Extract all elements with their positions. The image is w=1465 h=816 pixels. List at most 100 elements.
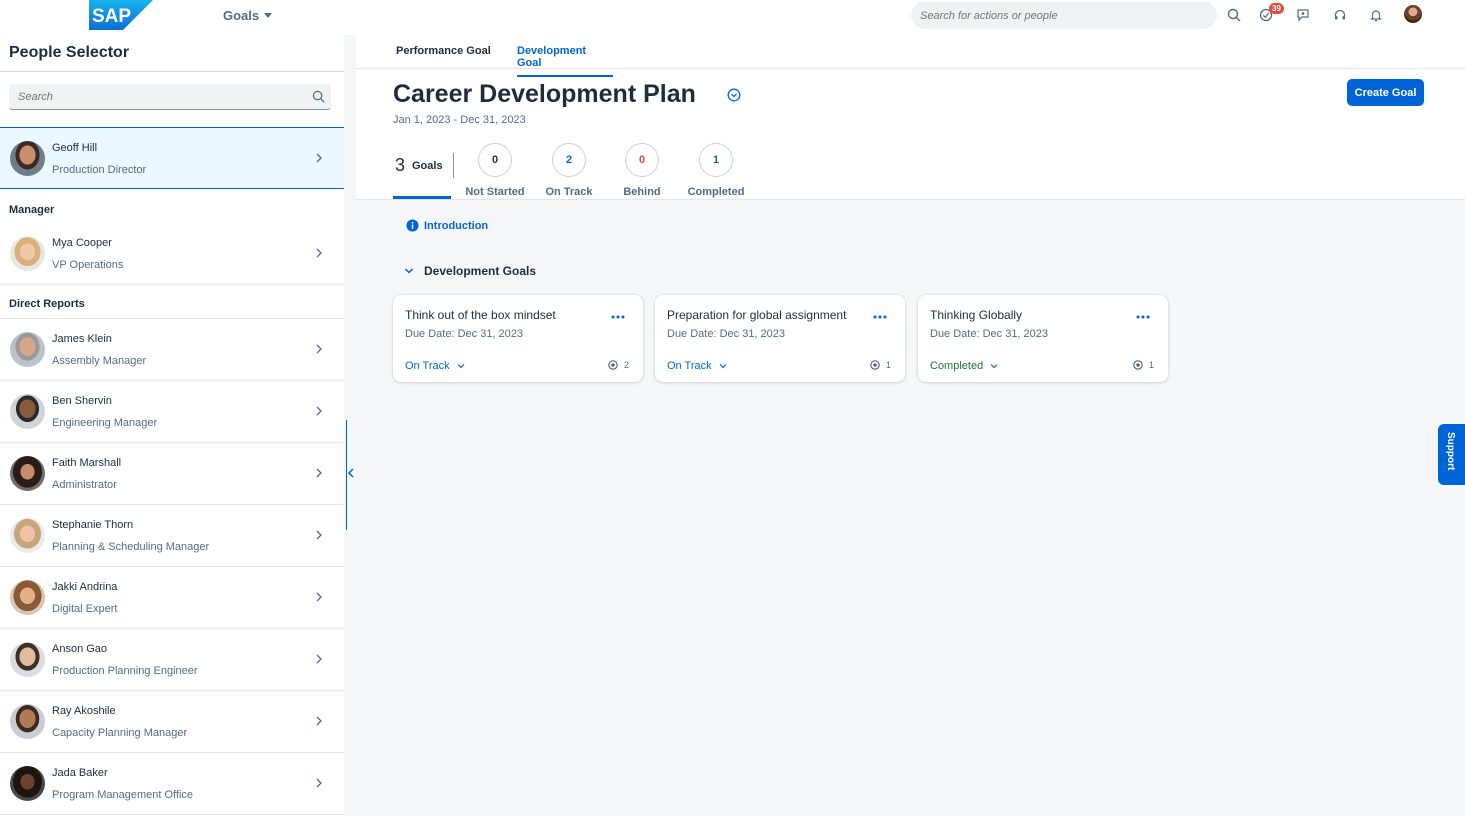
info-icon: [406, 219, 419, 232]
avatar: [10, 704, 45, 739]
person-role: VP Operations: [52, 259, 124, 271]
list-item[interactable]: Stephanie Thorn Planning & Scheduling Ma…: [0, 505, 344, 567]
chevron-down-icon: [990, 364, 998, 369]
plan-dates: Jan 1, 2023 - Dec 31, 2023: [393, 114, 526, 126]
chevron-down-icon: [457, 364, 465, 369]
avatar: [10, 766, 45, 801]
goal-status-dropdown[interactable]: On Track: [405, 360, 465, 372]
chevron-right-icon: [316, 530, 322, 540]
linked-items: 1: [1133, 360, 1154, 370]
section-label: Direct Reports: [9, 298, 85, 310]
goal-title: Thinking Globally: [930, 308, 1023, 322]
introduction-label: Introduction: [424, 219, 489, 232]
list-item[interactable]: Ray Akoshile Capacity Planning Manager: [0, 691, 344, 753]
not-started-filter[interactable]: 0 Not Started: [464, 143, 526, 198]
chevron-left-icon[interactable]: [347, 468, 355, 478]
avatar: [10, 394, 45, 429]
tab-development-goal[interactable]: Development Goal: [517, 45, 613, 77]
goals-count-filter[interactable]: 3 Goals: [393, 147, 451, 199]
support-label: Support: [1445, 432, 1456, 471]
create-goal-button[interactable]: Create Goal: [1347, 79, 1424, 106]
completed-filter[interactable]: 1 Completed: [686, 143, 746, 198]
chevron-right-icon: [316, 592, 322, 602]
panel-title: People Selector: [9, 44, 130, 61]
goal-status-dropdown[interactable]: On Track: [667, 360, 727, 372]
chevron-down-circle-icon[interactable]: [727, 88, 741, 102]
search-icon[interactable]: [1224, 5, 1244, 25]
person-name: Jada Baker: [52, 767, 108, 779]
support-button[interactable]: Support: [1438, 424, 1465, 485]
goals-menu-label: Goals: [223, 8, 260, 23]
goal-status-dropdown[interactable]: Completed: [930, 360, 998, 372]
avatar: [10, 332, 45, 367]
collapse-panel-handle[interactable]: [346, 420, 354, 530]
feedback-icon[interactable]: [1293, 5, 1313, 25]
goal-card[interactable]: Thinking Globally Due Date: Dec 31, 2023…: [918, 295, 1168, 382]
linked-items: 1: [870, 360, 891, 370]
on-track-filter[interactable]: 2 On Track: [542, 143, 596, 198]
person-role: Administrator: [52, 479, 117, 491]
person-role: Capacity Planning Manager: [52, 727, 188, 739]
person-role: Production Director: [52, 164, 147, 176]
avatar: [10, 518, 45, 553]
more-icon[interactable]: [610, 312, 626, 322]
link-icon: [870, 360, 880, 370]
linked-count: 1: [886, 360, 892, 370]
avatar: [10, 141, 45, 176]
person-name: Jakki Andrina: [52, 581, 118, 593]
goals-menu[interactable]: Goals: [223, 8, 273, 23]
tab-performance-goal[interactable]: Performance Goal: [396, 45, 491, 63]
goal-due-date: Due Date: Dec 31, 2023: [667, 328, 786, 340]
global-search-input[interactable]: [911, 2, 1217, 29]
manager-section-header: Manager: [0, 191, 344, 225]
list-item[interactable]: Jakki Andrina Digital Expert: [0, 567, 344, 629]
list-item[interactable]: Anson Gao Production Planning Engineer: [0, 629, 344, 691]
headset-icon[interactable]: [1330, 5, 1350, 25]
chevron-right-icon: [316, 153, 322, 163]
avatar: [10, 580, 45, 615]
not-started-count: 0: [478, 143, 512, 177]
more-icon[interactable]: [1135, 312, 1151, 322]
person-role: Program Management Office: [52, 789, 194, 801]
sap-logo[interactable]: SAP: [89, 0, 153, 30]
behind-filter[interactable]: 0 Behind: [619, 143, 665, 198]
person-name: Faith Marshall: [52, 457, 122, 469]
list-item[interactable]: James Klein Assembly Manager: [0, 319, 344, 381]
development-goals-section-toggle[interactable]: Development Goals: [404, 264, 536, 278]
divider: [453, 153, 454, 178]
list-item[interactable]: Ben Shervin Engineering Manager: [0, 381, 344, 443]
goal-status: On Track: [405, 360, 450, 372]
manager-item[interactable]: Mya Cooper VP Operations: [0, 223, 344, 285]
introduction-link[interactable]: Introduction: [406, 219, 488, 232]
caret-down-icon: [264, 13, 273, 18]
person-role: Production Planning Engineer: [52, 665, 198, 677]
person-role: Digital Expert: [52, 603, 118, 615]
people-search[interactable]: [9, 84, 331, 110]
linked-count: 1: [1149, 360, 1155, 370]
search-icon[interactable]: [312, 90, 325, 103]
user-avatar[interactable]: [1404, 5, 1422, 23]
person-name: Ray Akoshile: [52, 705, 116, 717]
chevron-right-icon: [316, 344, 322, 354]
person-name: Ben Shervin: [52, 395, 112, 407]
goal-card[interactable]: Think out of the box mindset Due Date: D…: [393, 295, 643, 382]
page-title: Career Development Plan: [393, 80, 696, 108]
selected-person[interactable]: Geoff Hill Production Director: [0, 127, 344, 189]
svg-text:SAP: SAP: [92, 6, 131, 27]
goals-count-label: Goals: [412, 160, 443, 172]
list-item[interactable]: Faith Marshall Administrator: [0, 443, 344, 505]
goal-status: Completed: [930, 360, 984, 372]
link-icon: [608, 360, 618, 370]
more-icon[interactable]: [872, 312, 888, 322]
goal-card[interactable]: Preparation for global assignment Due Da…: [655, 295, 905, 382]
list-item[interactable]: Jada Baker Program Management Office: [0, 753, 344, 815]
chevron-right-icon: [316, 716, 322, 726]
bell-icon[interactable]: [1366, 5, 1386, 25]
behind-label: Behind: [623, 186, 661, 198]
global-search[interactable]: [911, 2, 1217, 29]
people-search-input[interactable]: [9, 84, 299, 109]
person-name: Stephanie Thorn: [52, 519, 134, 531]
on-track-count: 2: [552, 143, 586, 177]
person-name: Geoff Hill: [52, 142, 98, 154]
avatar: [10, 642, 45, 677]
